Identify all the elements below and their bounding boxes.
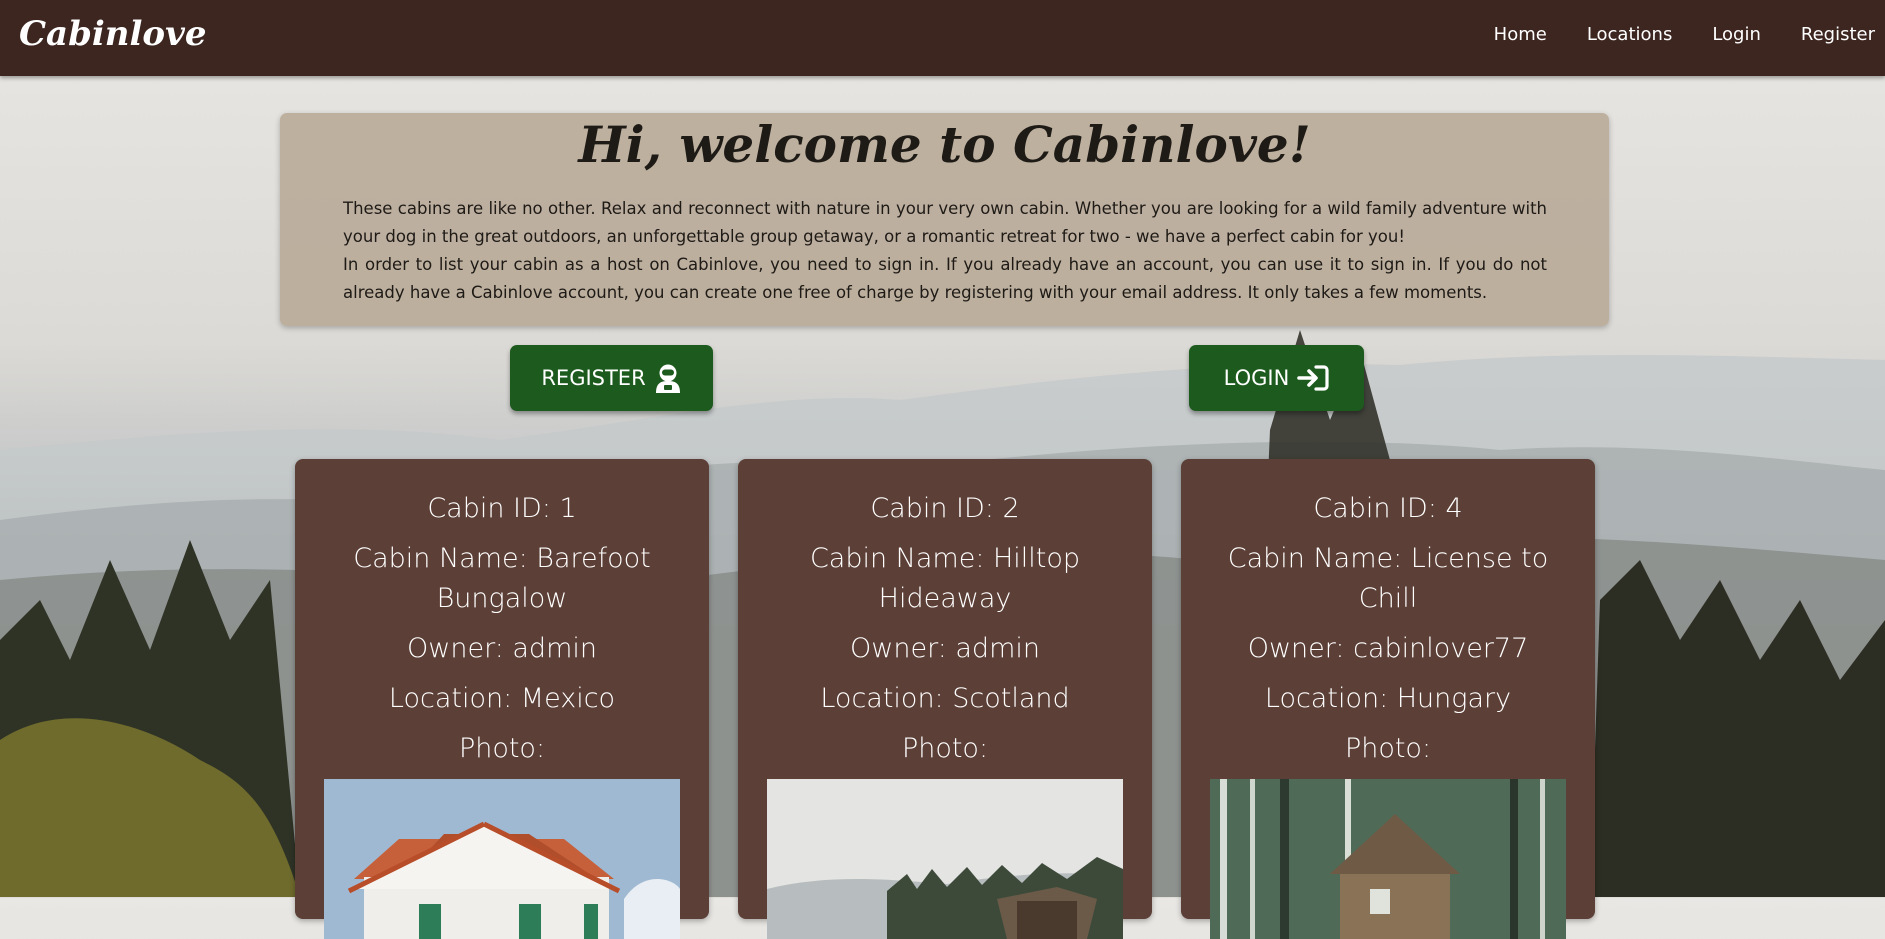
cabin-owner: Owner: admin [407,633,597,664]
welcome-paragraph-2: In order to list your cabin as a host on… [343,255,1547,302]
cabin-location: Location: Mexico [388,683,616,714]
login-button[interactable]: LOGIN [1189,345,1364,411]
cabin-owner: Owner: admin [850,633,1040,664]
cabin-photo-label: Photo: [458,733,546,764]
cabin-photo-label: Photo: [901,733,989,764]
welcome-title: Hi, welcome to Cabinlove! [578,115,1311,174]
welcome-paragraph-1: These cabins are like no other. Relax an… [343,199,1547,246]
cabin-card: Cabin ID: 1 Cabin Name: Barefoot Bungalo… [295,459,709,939]
cabin-name: Cabin Name: Hilltop Hideaway [809,543,1081,614]
cabin-id: Cabin ID: 2 [870,493,1020,524]
cabin-card: Cabin ID: 4 Cabin Name: License to Chill… [1181,459,1595,939]
cabin-location: Location: Scotland [820,683,1070,714]
cabin-location: Location: Hungary [1264,683,1512,714]
cabin-name: Cabin Name: License to Chill [1227,543,1549,614]
brand-logo[interactable]: Cabinlove [19,14,206,54]
cabin-photo-label: Photo: [1344,733,1432,764]
nav-link-locations[interactable]: Locations [1587,24,1673,45]
register-button[interactable]: REGISTER [510,345,713,411]
nav-link-register[interactable]: Register [1801,24,1875,45]
nav-links: Home Locations Login Register [1454,24,1875,45]
cabin-name: Cabin Name: Barefoot Bungalow [353,543,651,614]
nav-link-home[interactable]: Home [1494,24,1547,45]
welcome-text: These cabins are like no other. Relax an… [343,195,1547,307]
cabin-photo [767,779,1123,939]
cabin-card: Cabin ID: 2 Cabin Name: Hilltop Hideaway… [738,459,1152,939]
astronaut-icon [654,363,682,393]
login-button-label: LOGIN [1223,366,1290,390]
top-navbar: Cabinlove Home Locations Login Register [0,0,1885,76]
nav-link-login[interactable]: Login [1712,24,1761,45]
welcome-panel: Hi, welcome to Cabinlove! These cabins a… [280,113,1609,326]
cabin-photo [1210,779,1566,939]
cabin-photo [324,779,680,939]
sign-in-icon [1297,364,1329,392]
cabin-id: Cabin ID: 1 [427,493,577,524]
register-button-label: REGISTER [541,366,646,390]
cabin-id: Cabin ID: 4 [1313,493,1463,524]
cabin-owner: Owner: cabinlover77 [1247,633,1529,664]
